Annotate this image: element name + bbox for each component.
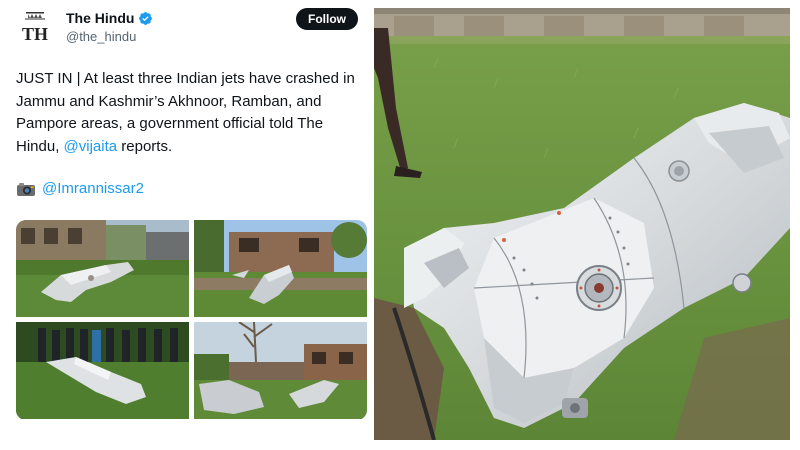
tweet-media-grid [16, 220, 367, 420]
account-name[interactable]: The Hindu [66, 10, 134, 26]
the-hindu-logo[interactable]: TH [16, 10, 54, 48]
mention-link[interactable]: @vijaita [64, 138, 118, 155]
account-name-row: The Hindu [66, 10, 153, 26]
wreckage-photo[interactable] [374, 8, 790, 440]
tweet-text-part2: reports. [117, 137, 173, 155]
account-handle[interactable]: @the_hindu [66, 29, 136, 44]
photo-credit: @Imrannissar2 [16, 179, 144, 199]
svg-text:TH: TH [22, 24, 48, 44]
media-photo-4[interactable] [194, 322, 367, 419]
media-photo-2[interactable] [194, 220, 367, 317]
tweet-card: TH The Hindu @the_hindu Follow JUST IN |… [0, 0, 372, 450]
tweet-text: JUST IN | At least three Indian jets hav… [16, 68, 366, 158]
verified-badge-icon [139, 11, 153, 25]
credit-handle-link[interactable]: @Imrannissar2 [42, 179, 144, 199]
media-photo-3[interactable] [16, 322, 189, 419]
follow-button[interactable]: Follow [296, 8, 358, 30]
camera-icon [17, 183, 35, 196]
tweet-header: TH The Hindu @the_hindu Follow [16, 8, 362, 48]
media-photo-1[interactable] [16, 220, 189, 317]
